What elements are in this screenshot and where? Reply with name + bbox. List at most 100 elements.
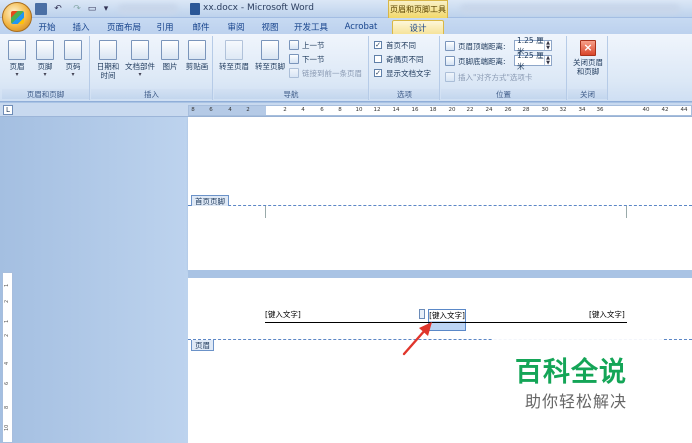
ruler-bar: L 8 6 4 2 2 4 6 8 10 12 14 16 18 20 22 24 26 28 30 32 34 36 40… <box>0 103 692 117</box>
insert-alignment-tab-button[interactable]: 插入"对齐方式"选项卡 <box>445 71 532 83</box>
group-label-position: 位置 <box>441 89 566 99</box>
dropdown-arrow-icon: ▾ <box>15 71 19 78</box>
goto-footer-icon <box>261 40 279 60</box>
ruler-tick-label: 34 <box>578 107 586 113</box>
page-number-icon <box>64 40 82 60</box>
calendar-icon <box>99 40 117 60</box>
watermark-title: 百科全说 <box>515 357 627 388</box>
contextual-tab-title: 页眉和页脚工具 <box>388 0 448 18</box>
tab-page-layout[interactable]: 页面布局 <box>104 20 144 34</box>
picture-button[interactable]: 图片 <box>158 38 182 84</box>
checkbox[interactable]: ✓ <box>374 41 382 49</box>
ruler-tick-label: 8 <box>191 107 195 113</box>
dropdown-arrow-icon: ▾ <box>71 71 75 78</box>
customize-qat-icon[interactable]: ▾ <box>101 3 111 15</box>
tab-design[interactable]: 设计 <box>392 20 444 34</box>
tab-mailings[interactable]: 邮件 <box>186 20 216 34</box>
tab-view[interactable]: 视图 <box>255 20 285 34</box>
spinner-arrows-icon[interactable]: ▲ ▼ <box>544 56 551 65</box>
ruler-tick-label: 44 <box>680 107 688 113</box>
clip-art-button[interactable]: 剪贴画 <box>184 38 210 84</box>
content-control-handle[interactable] <box>419 309 425 319</box>
ruler-tick-label: 28 <box>522 107 530 113</box>
horizontal-ruler[interactable]: 8 6 4 2 2 4 6 8 10 12 14 16 18 20 22 24 26 28 30 32 34 36 40 42… <box>188 105 692 116</box>
vertical-ruler-tick-label: 1 <box>4 319 10 323</box>
office-button[interactable] <box>2 2 32 32</box>
margin-corner-mark <box>265 206 266 218</box>
checkbox[interactable]: ✓ <box>374 69 382 77</box>
document-background <box>0 117 188 443</box>
title-bar: ↶ ↷ ▭ ▾ xx.docx - Microsoft Word 页眉和页脚工具 <box>0 0 692 32</box>
vertical-ruler-tick-label: 10 <box>4 424 10 431</box>
ruler-tick-label: 4 <box>228 107 232 113</box>
picture-icon <box>161 40 179 60</box>
goto-header-button[interactable]: 转至页眉 <box>217 38 251 84</box>
ruler-tick-label: 22 <box>466 107 474 113</box>
ruler-tick-label: 26 <box>504 107 512 113</box>
date-time-button[interactable]: 日期和 时间 <box>94 38 122 84</box>
group-label-options: 选项 <box>370 89 439 99</box>
page-number-button[interactable]: 页码 ▾ <box>61 38 85 84</box>
group-label-navigation: 导航 <box>214 89 368 99</box>
tab-references[interactable]: 引用 <box>150 20 180 34</box>
ruler-tick-label: 30 <box>541 107 549 113</box>
tab-review[interactable]: 审阅 <box>221 20 251 34</box>
blurred-region <box>460 4 680 14</box>
header-right-placeholder[interactable]: [键入文字] <box>589 309 625 320</box>
first-page-footer-label: 首页页脚 <box>191 195 229 206</box>
ruler-tick-label: 4 <box>301 107 305 113</box>
header-button[interactable]: 页眉 ▾ <box>5 38 29 84</box>
footer-button[interactable]: 页脚 ▾ <box>33 38 57 84</box>
footer-from-bottom-label: 页脚底端距离: <box>445 55 506 67</box>
close-header-footer-button[interactable]: × 关闭页眉 和页脚 <box>570 38 606 84</box>
group-close: × 关闭页眉 和页脚 关闭 <box>568 36 608 100</box>
link-to-previous-button[interactable]: 链接到前一条页眉 <box>289 67 362 79</box>
group-header-footer: 页眉 ▾ 页脚 ▾ 页码 ▾ 页眉和页脚 <box>2 36 90 100</box>
group-label-insert: 插入 <box>91 89 212 99</box>
ruler-tick-label: 12 <box>373 107 381 113</box>
document-page-1[interactable]: 首页页脚 <box>188 117 692 270</box>
word-window: ↶ ↷ ▭ ▾ xx.docx - Microsoft Word 页眉和页脚工具… <box>0 0 692 443</box>
checkbox[interactable] <box>374 55 382 63</box>
watermark-subtitle: 助你轻松解决 <box>525 392 628 411</box>
close-icon: × <box>580 40 596 56</box>
word-document-icon <box>190 3 200 15</box>
show-document-text-option[interactable]: ✓ 显示文档文字 <box>374 67 431 79</box>
footer-from-bottom-spinner[interactable]: 1.25 厘米 ▲ ▼ <box>514 51 552 71</box>
ribbon-tabs: 开始 插入 页面布局 引用 邮件 审阅 视图 开发工具 Acrobat 设计 <box>0 18 692 34</box>
group-position: 页眉顶端距离: 1.25 厘米 ▲ ▼ 页脚底端距离: 1.25 厘米 ▲ ▼ 插入… <box>441 36 567 100</box>
redo-icon[interactable]: ↷ <box>70 3 84 15</box>
goto-header-icon <box>225 40 243 60</box>
previous-section-icon <box>289 40 299 50</box>
vertical-ruler[interactable]: 1 2 1 2 4 6 8 10 <box>2 272 13 443</box>
footer-boundary-line <box>188 205 692 206</box>
goto-footer-button[interactable]: 转至页脚 <box>253 38 287 84</box>
undo-icon[interactable]: ↶ <box>50 3 66 15</box>
group-label-header-footer: 页眉和页脚 <box>2 89 89 99</box>
save-icon[interactable] <box>35 3 47 15</box>
dropdown-arrow-icon: ▾ <box>138 71 142 78</box>
group-label-close: 关闭 <box>568 89 607 99</box>
tab-selector-icon[interactable]: L <box>3 105 13 115</box>
header-label: 页眉 <box>191 340 214 351</box>
ruler-tick-label: 2 <box>246 107 250 113</box>
tab-insert[interactable]: 插入 <box>66 20 96 34</box>
different-first-page-option[interactable]: ✓ 首页不同 <box>374 39 416 51</box>
page-gap <box>188 270 692 278</box>
ruler-tick-label: 2 <box>283 107 287 113</box>
quick-parts-button[interactable]: 文档部件 ▾ <box>124 38 156 84</box>
footer-icon <box>36 40 54 60</box>
tab-home[interactable]: 开始 <box>32 20 62 34</box>
print-preview-icon[interactable]: ▭ <box>86 3 98 15</box>
header-left-placeholder[interactable]: [键入文字] <box>265 309 301 320</box>
tab-acrobat[interactable]: Acrobat <box>340 20 382 34</box>
next-section-button[interactable]: 下一节 <box>289 53 325 65</box>
previous-section-button[interactable]: 上一节 <box>289 39 325 51</box>
different-odd-even-option[interactable]: 奇偶页不同 <box>374 53 424 65</box>
next-section-icon <box>289 54 299 64</box>
tab-developer[interactable]: 开发工具 <box>290 20 332 34</box>
header-center-text[interactable]: [键入文字] <box>429 310 465 321</box>
ruler-tick-label: 24 <box>485 107 493 113</box>
dropdown-arrow-icon: ▾ <box>43 71 47 78</box>
footer-position-icon <box>445 56 455 66</box>
